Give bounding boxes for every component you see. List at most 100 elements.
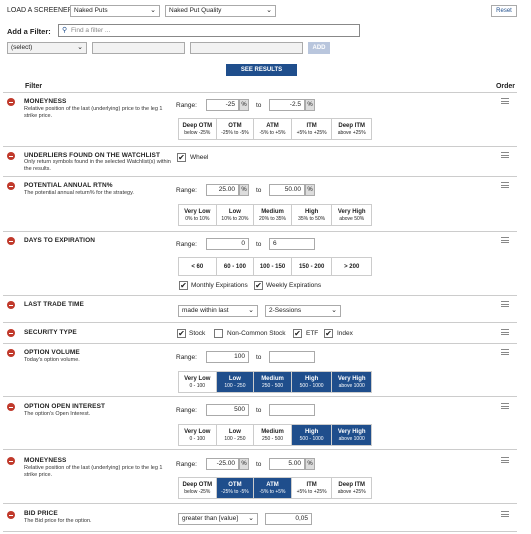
drag-handle-icon[interactable]: [501, 152, 509, 158]
preset-medium[interactable]: Medium 20% to 35%: [254, 205, 292, 225]
bid-operator-select[interactable]: greater than [value] ⌄: [178, 513, 258, 525]
remove-icon[interactable]: [7, 403, 15, 411]
stock-checkbox[interactable]: ✔: [177, 329, 186, 338]
reset-button[interactable]: Reset: [491, 5, 517, 17]
filter-param-input-2[interactable]: [190, 42, 303, 54]
non-common-stock-checkbox[interactable]: [214, 329, 223, 338]
range-from-input[interactable]: 0: [206, 238, 249, 250]
preset-otm[interactable]: OTM -25% to -5%: [216, 478, 255, 498]
load-screener-label: LOAD A SCREENER:: [7, 7, 75, 14]
range-preset-table: < 60 60 - 100 100 - 150 150 - 200 > 200: [178, 257, 372, 276]
preset-atm[interactable]: ATM -5% to +5%: [254, 478, 292, 498]
preset-very-low[interactable]: Very Low 0% to 10%: [179, 205, 217, 225]
to-label: to: [256, 241, 262, 248]
bid-operator-value: greater than [value]: [182, 515, 239, 522]
drag-handle-icon[interactable]: [501, 349, 509, 355]
preset-gt-200[interactable]: > 200: [332, 258, 371, 275]
drag-handle-icon[interactable]: [501, 511, 509, 517]
range-preset-table: Very Low 0 - 100 Low 100 - 250 Medium 250 -…: [178, 424, 372, 446]
last-trade-sessions-value: 2-Sessions: [269, 307, 302, 314]
drag-handle-icon[interactable]: [501, 237, 509, 243]
drag-handle-icon[interactable]: [501, 182, 509, 188]
percent-addon: %: [305, 99, 315, 111]
bid-value-input[interactable]: 0,05: [265, 513, 312, 525]
percent-addon: %: [305, 184, 315, 196]
monthly-expirations-checkbox[interactable]: ✔: [179, 281, 188, 290]
index-checkbox[interactable]: ✔: [324, 329, 333, 338]
drag-handle-icon[interactable]: [501, 301, 509, 307]
drag-handle-icon[interactable]: [501, 403, 509, 409]
preset-lt-60[interactable]: < 60: [179, 258, 217, 275]
filter-row-security-type: SECURITY TYPE ✔ Stock Non-Common Stock ✔…: [3, 323, 517, 344]
preset-medium[interactable]: Medium 250 - 500: [254, 372, 292, 392]
remove-icon[interactable]: [7, 182, 15, 190]
preset-150-200[interactable]: 150 - 200: [291, 258, 333, 275]
etf-checkbox[interactable]: ✔: [293, 329, 302, 338]
preset-low[interactable]: Low 10% to 20%: [216, 205, 255, 225]
preset-medium[interactable]: Medium 250 - 500: [254, 425, 292, 445]
preset-deep-otm[interactable]: Deep OTM below -25%: [179, 478, 217, 498]
add-button[interactable]: ADD: [308, 42, 330, 54]
watchlist-checkbox[interactable]: ✔: [177, 153, 186, 162]
remove-icon[interactable]: [7, 237, 15, 245]
last-trade-sessions-select[interactable]: 2-Sessions ⌄: [265, 305, 341, 317]
range-to-input[interactable]: -2.5: [269, 99, 305, 111]
remove-icon[interactable]: [7, 98, 15, 106]
range-from-input[interactable]: -25.00: [206, 458, 239, 470]
preset-60-100[interactable]: 60 - 100: [216, 258, 255, 275]
preset-high[interactable]: High 35% to 50%: [291, 205, 333, 225]
filter-row-watchlist: UNDERLIERS FOUND ON THE WATCHLIST Only r…: [3, 147, 517, 177]
screener-select[interactable]: Naked Puts ⌄: [70, 5, 160, 17]
filter-select[interactable]: (select) ⌄: [7, 42, 87, 54]
preset-otm[interactable]: OTM -25% to -5%: [216, 119, 255, 139]
filter-param-input-1[interactable]: [92, 42, 185, 54]
remove-icon[interactable]: [7, 349, 15, 357]
monthly-expirations-label: Monthly Expirations: [191, 282, 248, 289]
drag-handle-icon[interactable]: [501, 457, 509, 463]
see-results-button[interactable]: SEE RESULTS: [226, 64, 297, 76]
weekly-expirations-checkbox[interactable]: ✔: [254, 281, 263, 290]
range-preset-table: Deep OTM below -25% OTM -25% to -5% ATM -5%…: [178, 118, 372, 140]
remove-icon[interactable]: [7, 301, 15, 309]
order-column-header: Order: [495, 83, 515, 90]
range-from-input[interactable]: 100: [206, 351, 249, 363]
percent-addon: %: [305, 458, 315, 470]
preset-deep-otm[interactable]: Deep OTM below -25%: [179, 119, 217, 139]
preset-100-150[interactable]: 100 - 150: [254, 258, 292, 275]
drag-handle-icon[interactable]: [501, 329, 509, 335]
preset-deep-itm[interactable]: Deep ITM above +25%: [332, 119, 371, 139]
range-to-input[interactable]: [269, 404, 315, 416]
preset-very-low[interactable]: Very Low 0 - 100: [179, 425, 217, 445]
screener-preset-select[interactable]: Naked Put Quality ⌄: [165, 5, 276, 17]
preset-low[interactable]: Low 100 - 250: [216, 372, 255, 392]
remove-icon[interactable]: [7, 511, 15, 519]
range-from-input[interactable]: 25.00: [206, 184, 239, 196]
filter-column-header: Filter: [25, 83, 43, 90]
range-from-input[interactable]: -25: [206, 99, 239, 111]
preset-low[interactable]: Low 100 - 250: [216, 425, 255, 445]
range-to-input[interactable]: 6: [269, 238, 315, 250]
drag-handle-icon[interactable]: [501, 98, 509, 104]
remove-icon[interactable]: [7, 457, 15, 465]
range-label: Range:: [176, 187, 197, 194]
range-to-input[interactable]: 50.00: [269, 184, 305, 196]
preset-atm[interactable]: ATM -5% to +5%: [254, 119, 292, 139]
range-to-input[interactable]: [269, 351, 315, 363]
range-to-input[interactable]: 5.00: [269, 458, 305, 470]
remove-icon[interactable]: [7, 329, 15, 337]
preset-high[interactable]: High 500 - 1000: [291, 372, 333, 392]
to-label: to: [256, 407, 262, 414]
remove-icon[interactable]: [7, 152, 15, 160]
last-trade-mode-select[interactable]: made within last ⌄: [178, 305, 258, 317]
preset-very-low[interactable]: Very Low 0 - 100: [179, 372, 217, 392]
preset-deep-itm[interactable]: Deep ITM above +25%: [332, 478, 371, 498]
preset-very-high[interactable]: Very High above 50%: [332, 205, 371, 225]
preset-itm[interactable]: ITM +5% to +25%: [291, 119, 333, 139]
preset-itm[interactable]: ITM +5% to +25%: [291, 478, 333, 498]
range-from-input[interactable]: 500: [206, 404, 249, 416]
preset-high[interactable]: High 500 - 1000: [291, 425, 333, 445]
preset-very-high[interactable]: Very High above 1000: [332, 425, 371, 445]
filter-search-input[interactable]: ⚲ Find a filter ...: [58, 24, 360, 37]
preset-very-high[interactable]: Very High above 1000: [332, 372, 371, 392]
filter-title: MONEYNESS: [24, 98, 67, 105]
